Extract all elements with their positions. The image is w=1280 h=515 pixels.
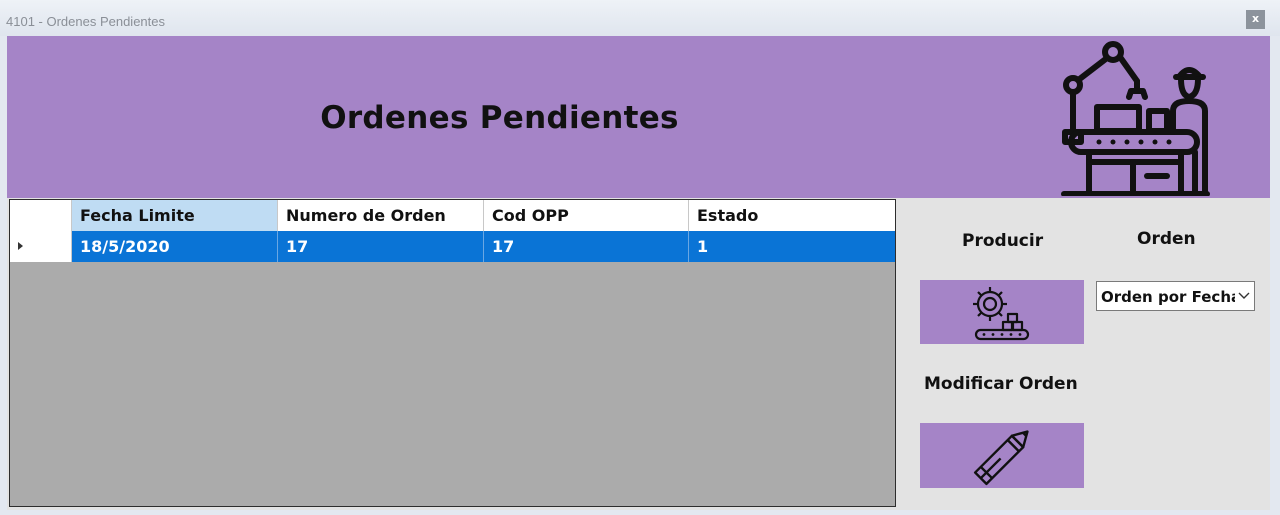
- table-row[interactable]: 18/5/2020 17 17 1: [10, 231, 895, 262]
- grid-header-row: Fecha Limite Numero de Orden Cod OPP Est…: [10, 200, 895, 231]
- column-header-cod-opp[interactable]: Cod OPP: [484, 200, 689, 231]
- grid-corner-cell: [10, 200, 72, 231]
- producir-label: Producir: [962, 231, 1044, 251]
- cell-estado[interactable]: 1: [689, 231, 895, 262]
- row-header-cell[interactable]: [10, 231, 72, 262]
- cell-fecha-limite[interactable]: 18/5/2020: [72, 231, 278, 262]
- cell-numero-de-orden[interactable]: 17: [278, 231, 484, 262]
- orden-label: Orden: [1137, 229, 1196, 249]
- orden-select-value: Orden por Fecha: [1101, 288, 1235, 306]
- page-title: Ordenes Pendientes: [320, 100, 679, 136]
- column-header-fecha-limite[interactable]: Fecha Limite: [72, 200, 278, 231]
- chevron-down-icon: [1238, 292, 1250, 299]
- title-bar: 4101 - Ordenes Pendientes x: [0, 0, 1280, 36]
- current-row-arrow-icon: [18, 242, 23, 250]
- window-title: 4101 - Ordenes Pendientes: [6, 14, 165, 29]
- column-header-estado[interactable]: Estado: [689, 200, 895, 231]
- column-header-numero-de-orden[interactable]: Numero de Orden: [278, 200, 484, 231]
- app-window: 4101 - Ordenes Pendientes x Ordenes Pend…: [0, 0, 1280, 515]
- modificar-orden-button[interactable]: [920, 423, 1084, 488]
- factory-icon: [1061, 41, 1210, 196]
- close-button[interactable]: x: [1246, 10, 1265, 29]
- pencil-icon: [973, 430, 1029, 486]
- modificar-orden-label: Modificar Orden: [924, 374, 1078, 394]
- producir-button[interactable]: [920, 280, 1084, 344]
- cell-cod-opp[interactable]: 17: [484, 231, 689, 262]
- header-banner: Ordenes Pendientes: [7, 36, 1270, 198]
- orders-grid[interactable]: Fecha Limite Numero de Orden Cod OPP Est…: [9, 199, 896, 507]
- gear-conveyor-icon: [973, 287, 1030, 341]
- orden-select[interactable]: Orden por Fecha: [1096, 281, 1255, 311]
